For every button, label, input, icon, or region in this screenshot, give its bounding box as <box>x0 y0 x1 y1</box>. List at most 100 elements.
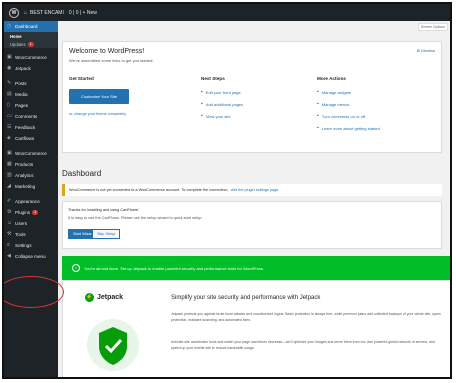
collapse-icon: ◀ <box>7 253 11 259</box>
sidebar-item-posts[interactable]: ✎ Posts <box>4 78 58 89</box>
sidebar-item-settings[interactable]: ≡ Settings <box>4 240 58 251</box>
sidebar-item-plugins[interactable]: ⚙ Plugins 1 <box>4 207 58 218</box>
sidebar-item-label: Users <box>15 221 27 226</box>
jetpack-card-paragraph-1: Jetpack protects you against brute force… <box>171 312 441 322</box>
welcome-action-link[interactable]: ▪ Edit your front page <box>201 89 243 95</box>
sidebar-item-label: Comments <box>15 114 38 119</box>
sidebar-item-comments[interactable]: ▭ Comments <box>4 111 58 122</box>
welcome-action-label: Manage menus <box>321 101 350 107</box>
sidebar-item-cartflows[interactable]: ◈ Cartflows <box>4 133 58 144</box>
cartflows-icon: ◈ <box>7 135 11 141</box>
users-icon: ☺ <box>7 220 13 226</box>
welcome-action-link[interactable]: ▪ Learn more about getting started <box>317 125 380 131</box>
get-started-heading: Get Started <box>69 76 94 81</box>
sidebar-item-media[interactable]: ▤ Media <box>4 89 58 100</box>
sidebar-item-updates[interactable]: Updates 1 <box>4 40 58 48</box>
sidebar-item-home[interactable]: Home <box>4 32 58 40</box>
admin-sidebar: ◷ Dashboard Home Updates 1 ▣ WooCommerce ◉ Jetpa… <box>4 21 58 377</box>
sidebar-item-label: WooCommerce <box>15 151 47 156</box>
welcome-action-link[interactable]: ▪ View your site <box>201 113 243 119</box>
jetpack-card: ⚡ Jetpack Simplify your site security an… <box>62 280 450 379</box>
update-count-badge: 1 <box>32 210 39 215</box>
cartflows-notice: Thanks for installing and using CartFlow… <box>62 201 442 249</box>
dashboard-icon: ◷ <box>7 23 12 29</box>
products-icon: ▦ <box>7 161 12 167</box>
jetpack-icon: ⚡ <box>85 293 94 302</box>
sidebar-item-tools[interactable]: ⚒ Tools <box>4 229 58 240</box>
sidebar-item-label: Products <box>15 162 34 167</box>
menus-icon: ▪ <box>317 101 319 107</box>
plus-icon: ▪ <box>201 101 203 107</box>
admin-bar-counts[interactable]: 0 | 0 | + New <box>69 10 97 16</box>
more-actions-column: More Actions ▪ Manage widgets ▪ Manage menu… <box>317 76 380 137</box>
jetpack-logo: ⚡ Jetpack <box>85 293 123 302</box>
sidebar-item-jetpack[interactable]: ◉ Jetpack <box>4 63 58 74</box>
sidebar-item-label: Dashboard <box>15 24 38 29</box>
welcome-action-link[interactable]: ▪ Manage menus <box>317 101 380 107</box>
sidebar-item-appearance[interactable]: ✐ Appearance <box>4 196 58 207</box>
sidebar-item-label: Tools <box>15 232 26 237</box>
sidebar-item-feedback[interactable]: ☰ Feedback <box>4 122 58 133</box>
sidebar-item-collapse-menu[interactable]: ◀ Collapse menu <box>4 251 58 262</box>
welcome-action-link[interactable]: ▪ Turn comments on or off <box>317 113 380 119</box>
cartflows-title: Thanks for installing and using CartFlow… <box>68 208 139 212</box>
skip-setup-button[interactable]: Skip Setup <box>92 229 121 239</box>
tools-icon: ⚒ <box>7 231 12 237</box>
customize-site-button[interactable]: Customize Your Site <box>69 89 130 104</box>
screen-options-button[interactable]: Screen Options <box>417 23 448 31</box>
sidebar-item-label: Collapse menu <box>15 254 46 259</box>
cartflows-text: It is easy to use the CartFlows. Please … <box>68 216 203 220</box>
wordpress-logo-icon: W <box>9 7 19 18</box>
site-name: BEST ENCAMI <box>30 9 64 16</box>
change-theme-link[interactable]: or, change your theme completely <box>69 112 129 116</box>
main-content: Screen Options Welcome to WordPress! We'… <box>58 21 450 377</box>
sidebar-item-users[interactable]: ☺ Users <box>4 218 58 229</box>
setup-jetpack-button[interactable] <box>171 377 203 379</box>
sidebar-item-marketing[interactable]: ◢ Marketing <box>4 181 58 192</box>
jetpack-card-paragraph-2: Activate site accelerator tools and watc… <box>171 340 435 350</box>
sidebar-item-products[interactable]: ▦ Products <box>4 159 58 170</box>
get-started-column: Get Started Customize Your Site or, chan… <box>69 76 130 116</box>
screenshot-frame: W ⌂ BEST ENCAMI 0 | 0 | + New ◷ Dashboard… <box>2 2 452 379</box>
welcome-action-label: View your site <box>205 113 231 119</box>
notice-link[interactable]: visit the plugin settings page. <box>231 188 280 192</box>
sidebar-item-woocommerce[interactable]: ▣ WooCommerce <box>4 52 58 63</box>
appearance-icon: ✐ <box>7 198 12 204</box>
welcome-action-label: Add additional pages <box>205 101 244 107</box>
sidebar-item-label: Updates <box>10 41 26 47</box>
more-actions-heading: More Actions <box>317 76 346 81</box>
next-steps-column: Next Steps ▪ Edit your front page ▪ Add add… <box>201 76 243 125</box>
learn-more-icon: ▪ <box>317 125 319 131</box>
sidebar-item-woocommerce[interactable]: ▣ WooCommerce <box>4 148 58 159</box>
feedback-icon: ☰ <box>7 124 12 130</box>
site-name-menu[interactable]: ⌂ BEST ENCAMI <box>24 10 64 16</box>
analytics-icon: ▥ <box>7 172 12 178</box>
sidebar-item-label: Pages <box>15 103 29 108</box>
welcome-subtitle: We've assembled some links to get you st… <box>69 58 154 63</box>
wp-logo-menu[interactable]: W <box>9 7 19 18</box>
welcome-action-link[interactable]: ▪ Add additional pages <box>201 101 243 107</box>
welcome-dismiss-link[interactable]: ⊗ Dismiss <box>417 48 435 53</box>
sidebar-item-analytics[interactable]: ▥ Analytics <box>4 170 58 181</box>
widgets-icon: ▪ <box>317 89 319 95</box>
media-icon: ▤ <box>7 91 12 97</box>
welcome-panel: Welcome to WordPress! We've assembled so… <box>62 41 442 153</box>
notice-text: WooCommerce is not yet connected to a Wo… <box>69 188 229 192</box>
marketing-icon: ◢ <box>7 183 11 189</box>
sidebar-item-label: Jetpack <box>15 66 31 71</box>
jetpack-banner-text: You're almost done. Set up Jetpack to en… <box>84 265 264 271</box>
comment-icon: ▭ <box>7 113 12 119</box>
sidebar-item-label: Plugins <box>15 210 31 215</box>
sidebar-item-label: Feedback <box>15 125 36 130</box>
next-steps-heading: Next Steps <box>201 76 225 81</box>
sidebar-item-dashboard[interactable]: ◷ Dashboard <box>4 21 58 32</box>
pin-icon: ✎ <box>7 80 12 86</box>
welcome-title: Welcome to WordPress! <box>69 48 145 55</box>
sidebar-item-label: Appearance <box>15 199 40 204</box>
plugin-icon: ⚙ <box>7 209 12 215</box>
welcome-action-link[interactable]: ▪ Manage widgets <box>317 89 380 95</box>
page-icon: ▯ <box>7 102 10 108</box>
check-icon: ✓ <box>72 264 80 272</box>
sidebar-item-label: Marketing <box>15 184 36 189</box>
sidebar-item-pages[interactable]: ▯ Pages <box>4 100 58 111</box>
